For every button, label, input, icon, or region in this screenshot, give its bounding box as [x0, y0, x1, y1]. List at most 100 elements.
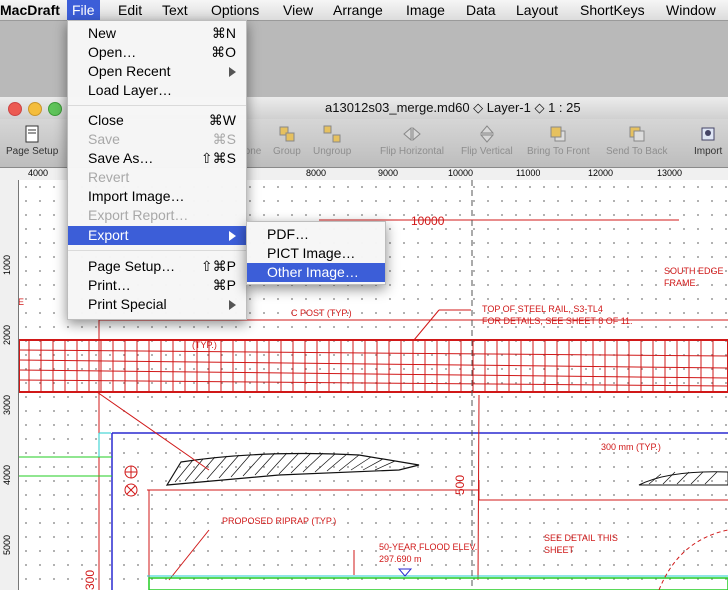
menu-bar: MacDraft File Edit Text Options View Arr… — [0, 0, 728, 21]
menu-item-label: New — [88, 25, 117, 41]
label-south-edge: SOUTH EDGE — [664, 266, 724, 276]
menu-shortcut: ⌘N — [211, 25, 236, 41]
ruler-tick-label: 9000 — [378, 168, 399, 178]
menu-item-import-image[interactable]: Import Image… — [68, 187, 246, 206]
bring-to-front-icon — [550, 126, 566, 142]
flip-vertical-icon — [479, 125, 494, 143]
submenu-arrow-icon — [229, 300, 236, 310]
ruler-tick-label: 11000 — [516, 168, 541, 178]
menu-item-label: Save — [88, 131, 120, 147]
menu-options[interactable]: Options — [211, 0, 259, 20]
label-riprap: PROPOSED RIPRAP (TYP.) — [222, 516, 337, 526]
ruler-tick-label: 2000 — [2, 324, 12, 345]
menu-shortcut: ⌘W — [208, 112, 236, 128]
menu-text[interactable]: Text — [162, 0, 188, 20]
zoom-window-button[interactable] — [48, 102, 62, 116]
menu-window[interactable]: Window — [666, 0, 716, 20]
menu-item-label: Save As… — [88, 150, 154, 166]
menu-shortkeys[interactable]: ShortKeys — [580, 0, 645, 20]
minimize-window-button[interactable] — [28, 102, 42, 116]
label-detail-1: SEE DETAIL THIS — [544, 533, 618, 543]
ungroup-icon — [323, 125, 341, 143]
menu-item-revert[interactable]: Revert — [68, 168, 246, 187]
dimension-500: 500 — [453, 474, 467, 495]
submenu-arrow-icon — [229, 67, 236, 77]
menu-item-open[interactable]: Open… ⌘O — [68, 43, 246, 62]
window-title: a13012s03_merge.md60 ◇ Layer-1 ◇ 1 : 25 — [325, 100, 581, 115]
one-label: one — [244, 146, 262, 157]
flip-vertical-label: Flip Vertical — [461, 146, 513, 157]
menu-item-label: Revert — [88, 169, 130, 185]
flip-horizontal-label: Flip Horizontal — [380, 146, 444, 157]
label-flood-1: 50-YEAR FLOOD ELEV. — [379, 542, 478, 552]
menu-app[interactable]: MacDraft — [0, 0, 60, 20]
page-setup-button[interactable]: Page Setup — [6, 125, 58, 157]
vertical-ruler: 1000 2000 3000 4000 5000 — [0, 180, 19, 590]
label-rail-1: TOP OF STEEL RAIL, S3-TL4 — [482, 304, 603, 314]
dimension-300: 300 — [83, 569, 97, 590]
ungroup-label: Ungroup — [313, 146, 352, 157]
group-button[interactable]: Group — [273, 125, 301, 157]
menu-item-label: Export Report… — [88, 207, 189, 223]
send-to-back-label: Send To Back — [606, 146, 668, 157]
menu-item-page-setup[interactable]: Page Setup… ⇧⌘P — [68, 257, 246, 276]
menu-item-save[interactable]: Save ⌘S — [68, 130, 246, 149]
ruler-tick-label: 5000 — [2, 534, 12, 555]
menu-item-print[interactable]: Print… ⌘P — [68, 276, 246, 295]
bring-to-front-button[interactable]: Bring To Front — [527, 125, 590, 157]
export-submenu: PDF… PICT Image… Other Image… — [246, 221, 386, 285]
menu-file[interactable]: File — [67, 0, 100, 20]
menu-item-label: PICT Image… — [267, 245, 356, 261]
ruler-tick-label: 12000 — [588, 168, 614, 178]
menu-edit[interactable]: Edit — [118, 0, 142, 20]
menu-item-pict-image[interactable]: PICT Image… — [247, 244, 385, 263]
menu-item-export-report[interactable]: Export Report… — [68, 206, 246, 225]
menu-item-open-recent[interactable]: Open Recent — [68, 62, 246, 81]
menu-shortcut: ⌘S — [212, 131, 236, 147]
label-frame: FRAME. — [664, 278, 699, 288]
flip-horizontal-button[interactable]: Flip Horizontal — [380, 125, 444, 157]
label-post: C POST (TYP.) — [291, 308, 352, 318]
ruler-tick-label: 4000 — [28, 168, 49, 178]
flip-horizontal-icon — [403, 126, 421, 142]
ruler-tick-label: 10000 — [448, 168, 474, 178]
import-button[interactable]: Import — [694, 125, 722, 157]
bring-to-front-label: Bring To Front — [527, 146, 590, 157]
menu-layout[interactable]: Layout — [516, 0, 558, 20]
label-e: E — [19, 297, 25, 307]
group-label: Group — [273, 146, 301, 157]
menu-item-pdf[interactable]: PDF… — [247, 225, 385, 244]
menu-separator — [68, 105, 246, 106]
ungroup-button[interactable]: Ungroup — [313, 125, 351, 157]
menu-item-label: Export — [88, 227, 129, 243]
ruler-tick-label: 8000 — [306, 168, 327, 178]
dimension-top: 10000 — [411, 214, 445, 228]
menu-item-other-image[interactable]: Other Image… — [247, 263, 385, 282]
label-rail-2: FOR DETAILS, SEE SHEET 8 OF 11. — [482, 316, 633, 326]
menu-data[interactable]: Data — [466, 0, 496, 20]
menu-item-print-special[interactable]: Print Special — [68, 295, 246, 314]
menu-shortcut: ⇧⌘P — [200, 258, 236, 274]
ruler-tick-label: 3000 — [2, 394, 12, 415]
import-label: Import — [694, 146, 723, 157]
send-to-back-button[interactable]: Send To Back — [606, 125, 668, 157]
menu-item-new[interactable]: New ⌘N — [68, 24, 246, 43]
menu-item-close[interactable]: Close ⌘W — [68, 111, 246, 130]
menu-item-label: PDF… — [267, 226, 309, 242]
menu-shortcut: ⇧⌘S — [200, 150, 236, 166]
menu-image[interactable]: Image — [406, 0, 445, 20]
menu-item-label: Open Recent — [88, 63, 171, 79]
menu-item-label: Close — [88, 112, 124, 128]
menu-arrange[interactable]: Arrange — [333, 0, 383, 20]
menu-item-label: Load Layer… — [88, 82, 173, 98]
ruler-tick-label: 4000 — [2, 464, 12, 485]
menu-item-save-as[interactable]: Save As… ⇧⌘S — [68, 149, 246, 168]
flip-vertical-button[interactable]: Flip Vertical — [461, 125, 513, 157]
menu-view[interactable]: View — [283, 0, 313, 20]
menu-item-export[interactable]: Export — [68, 226, 246, 245]
ruler-tick-label: 13000 — [657, 168, 683, 178]
menu-item-label: Page Setup… — [88, 258, 176, 274]
menu-item-load-layer[interactable]: Load Layer… — [68, 81, 246, 100]
label-detail-2: SHEET — [544, 545, 575, 555]
close-window-button[interactable] — [8, 102, 22, 116]
